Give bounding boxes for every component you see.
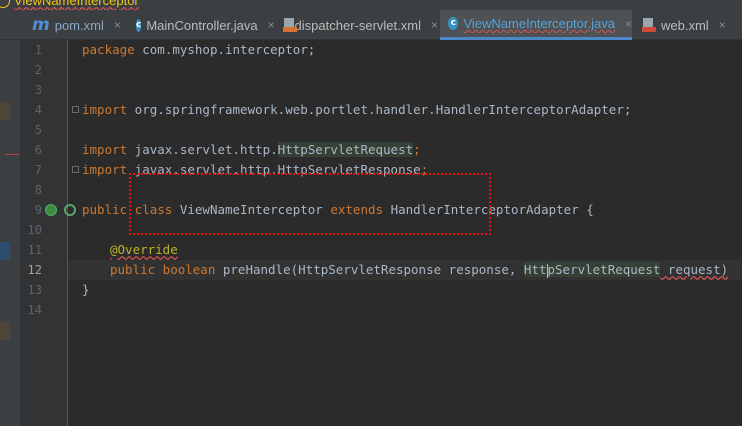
- breadcrumb[interactable]: ViewNameInterceptor: [14, 0, 139, 8]
- breadcrumb-bar: ViewNameInterceptor: [0, 0, 742, 10]
- tab-web-xml[interactable]: web.xml ×: [638, 10, 742, 40]
- tab-dispatcher-servlet[interactable]: dispatcher-servlet.xml ×: [278, 10, 438, 40]
- close-icon[interactable]: ×: [625, 17, 632, 31]
- class-icon[interactable]: [45, 204, 57, 216]
- line-number: 11: [27, 243, 42, 257]
- line-number: 12: [27, 263, 42, 277]
- code-line-1: package com.myshop.interceptor;: [82, 42, 316, 57]
- code-line-6: import javax.servlet.http.HttpServletReq…: [82, 142, 421, 157]
- line-number: 6: [34, 143, 42, 157]
- tab-label: pom.xml: [54, 17, 104, 33]
- line-number: 10: [27, 223, 42, 237]
- change-marker: [0, 102, 10, 120]
- left-tool-strip: [0, 40, 20, 426]
- tab-pom-xml[interactable]: m pom.xml ×: [26, 10, 132, 40]
- line-number: 14: [27, 303, 42, 317]
- line-number: 5: [34, 123, 42, 137]
- close-icon[interactable]: ×: [268, 18, 275, 32]
- maven-icon: m: [32, 15, 50, 35]
- tab-label: ViewNameInterceptor.java: [463, 16, 615, 31]
- code-line-13: }: [82, 282, 90, 297]
- line-number-gutter: 1 2 3 4 5 6 7 8 9 10 11 12 13 14: [20, 40, 79, 426]
- error-marker: [5, 154, 19, 155]
- java-class-icon: c: [136, 18, 142, 32]
- code-editor[interactable]: package com.myshop.interceptor; import o…: [68, 40, 742, 426]
- tab-main-controller[interactable]: c MainController.java ×: [132, 10, 275, 40]
- close-icon[interactable]: ×: [719, 18, 726, 32]
- java-class-icon: [0, 0, 10, 8]
- close-icon[interactable]: ×: [114, 18, 121, 32]
- line-number: 13: [27, 283, 42, 297]
- code-line-4: import org.springframework.web.portlet.h…: [82, 102, 632, 117]
- line-number: 9: [34, 203, 42, 217]
- line-number: 7: [34, 163, 42, 177]
- tab-view-name-interceptor[interactable]: c ViewNameInterceptor.java ×: [440, 10, 632, 40]
- line-number: 2: [34, 63, 42, 77]
- code-line-12: public boolean preHandle(HttpServletResp…: [110, 262, 729, 278]
- code-line-11: @Override: [110, 242, 178, 257]
- tab-label: MainController.java: [146, 17, 258, 33]
- change-marker: [0, 322, 10, 340]
- editor-tab-bar: m pom.xml × c MainController.java × disp…: [0, 10, 742, 40]
- highlight-annotation-box: [129, 173, 491, 235]
- tab-label: web.xml: [661, 17, 709, 33]
- web-xml-icon: [642, 18, 656, 32]
- line-number: 8: [34, 183, 42, 197]
- tab-label: dispatcher-servlet.xml: [294, 17, 421, 33]
- java-class-icon: c: [448, 17, 459, 30]
- xml-file-icon: [283, 18, 297, 32]
- change-marker: [0, 242, 10, 260]
- line-number: 1: [34, 43, 42, 57]
- line-number: 3: [34, 83, 42, 97]
- close-icon[interactable]: ×: [431, 18, 438, 32]
- line-number: 4: [34, 103, 42, 117]
